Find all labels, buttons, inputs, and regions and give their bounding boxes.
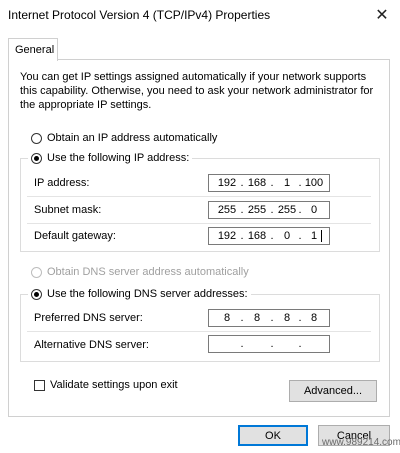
octet: 0 [310, 204, 318, 216]
octet: 8 [223, 312, 231, 324]
default-gateway-label: Default gateway: [34, 230, 116, 242]
tab-general[interactable]: General [8, 38, 58, 61]
octet: 8 [253, 312, 261, 324]
octet: 100 [304, 177, 324, 189]
octet-dot: . [270, 338, 274, 350]
octet-dot: . [240, 338, 244, 350]
window-title: Internet Protocol Version 4 (TCP/IPv4) P… [8, 8, 271, 22]
radio-indicator [31, 152, 42, 164]
ip-address-input[interactable]: 192 . 168 . 1 . 100 [208, 174, 330, 192]
subnet-mask-input[interactable]: 255 . 255 . 255 . 0 [208, 201, 330, 219]
alternate-dns-input[interactable]: . . . [208, 335, 330, 353]
octet: 255 [217, 204, 237, 216]
octet: 8 [310, 312, 318, 324]
radio-indicator [31, 132, 42, 144]
radio-use-following-dns-label: Use the following DNS server addresses: [47, 288, 248, 300]
octet: 8 [283, 312, 291, 324]
octet: 192 [217, 230, 237, 242]
description-text: You can get IP settings assigned automat… [20, 71, 374, 111]
radio-indicator [31, 266, 42, 278]
radio-obtain-ip-auto-label: Obtain an IP address automatically [47, 132, 218, 144]
radio-use-following-ip[interactable]: Use the following IP address: [28, 152, 193, 164]
tab-general-label: General [15, 44, 55, 56]
radio-obtain-ip-auto[interactable]: Obtain an IP address automatically [31, 132, 217, 144]
radio-use-following-ip-label: Use the following IP address: [47, 152, 190, 164]
octet: 1 [283, 177, 291, 189]
close-icon[interactable]: ✕ [370, 3, 394, 27]
octet: 1 [310, 230, 318, 242]
preferred-dns-input[interactable]: 8 . 8 . 8 . 8 [208, 309, 330, 327]
text-caret [321, 230, 322, 242]
octet: 255 [247, 204, 267, 216]
checkbox-indicator [34, 379, 45, 391]
advanced-button[interactable]: Advanced... [289, 380, 377, 402]
validate-settings-checkbox[interactable]: Validate settings upon exit [34, 379, 178, 391]
octet: 0 [283, 230, 291, 242]
octet: 168 [247, 230, 267, 242]
default-gateway-input[interactable]: 192 . 168 . 0 . 1 [208, 227, 330, 245]
octet-dot: . [298, 338, 302, 350]
radio-indicator [31, 288, 42, 300]
octet: 168 [247, 177, 267, 189]
octet: 255 [277, 204, 297, 216]
row-divider [27, 223, 371, 224]
preferred-dns-label: Preferred DNS server: [34, 312, 143, 324]
radio-use-following-dns[interactable]: Use the following DNS server addresses: [28, 288, 251, 300]
radio-obtain-dns-auto[interactable]: Obtain DNS server address automatically [31, 266, 249, 278]
ip-address-label: IP address: [34, 177, 90, 189]
row-divider [27, 331, 371, 332]
radio-obtain-dns-auto-label: Obtain DNS server address automatically [47, 266, 249, 278]
ok-button[interactable]: OK [238, 425, 308, 446]
validate-settings-label: Validate settings upon exit [50, 379, 178, 391]
octet: 192 [217, 177, 237, 189]
row-divider [27, 196, 371, 197]
watermark-text: www.989214.com [322, 437, 400, 448]
title-bar: Internet Protocol Version 4 (TCP/IPv4) P… [0, 0, 400, 30]
alternate-dns-label: Alternative DNS server: [34, 339, 149, 351]
subnet-mask-label: Subnet mask: [34, 204, 102, 216]
